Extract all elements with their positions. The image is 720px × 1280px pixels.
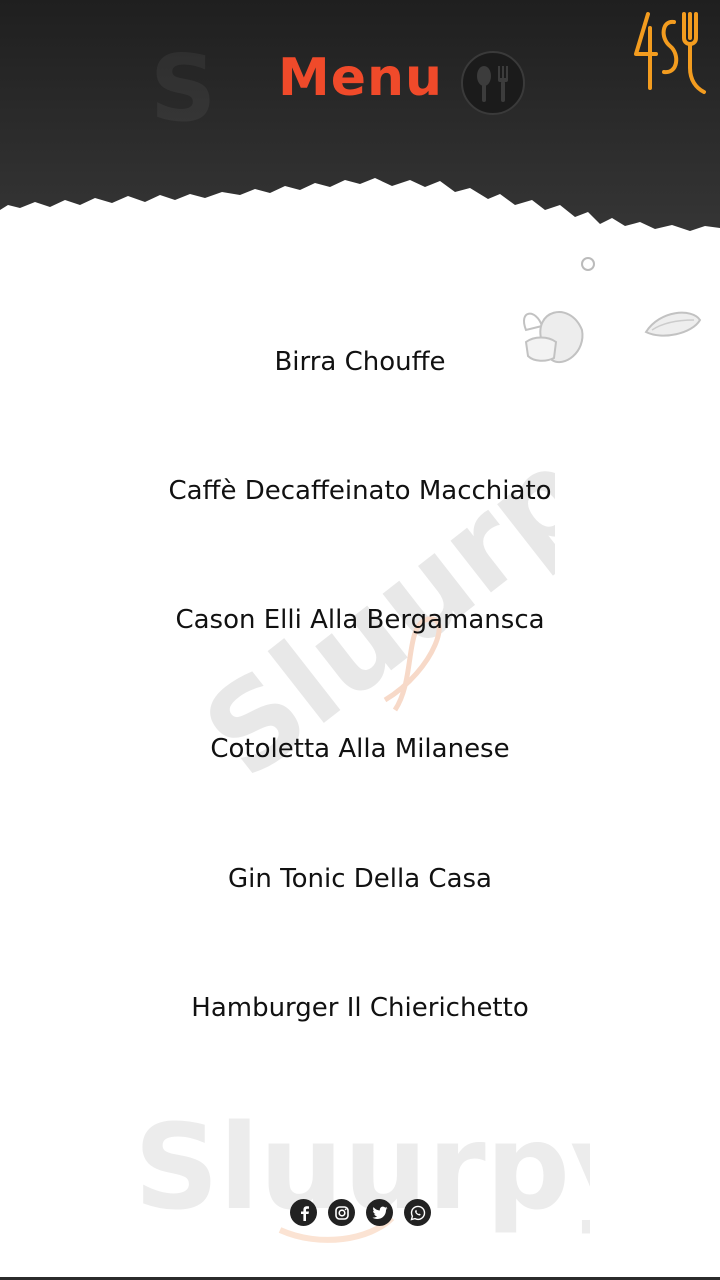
menu-item-caffe-decaffeinato-macchiato[interactable]: Caffè Decaffeinato Macchiato (0, 459, 720, 523)
menu-item-gin-tonic[interactable]: Gin Tonic Della Casa (0, 847, 720, 911)
header-watermark: S (150, 35, 216, 142)
menu-item-cotoletta[interactable]: Cotoletta Alla Milanese (0, 717, 720, 781)
brand-4sc-logo-icon (634, 12, 706, 94)
page-title: Menu (278, 48, 444, 108)
twitter-icon[interactable] (366, 1199, 393, 1226)
cutlery-icon (461, 51, 525, 115)
menu-item-birra-chouffe[interactable]: Birra Chouffe (0, 330, 720, 394)
whatsapp-icon[interactable] (404, 1199, 431, 1226)
instagram-icon[interactable] (328, 1199, 355, 1226)
header-background: S (0, 0, 720, 231)
menu-item-hamburger[interactable]: Hamburger Il Chierichetto (0, 976, 720, 1040)
facebook-icon[interactable] (290, 1199, 317, 1226)
social-links (290, 1199, 432, 1229)
menu-item-cason-elli[interactable]: Cason Elli Alla Bergamansca (0, 588, 720, 652)
header: S Menu (0, 0, 720, 240)
